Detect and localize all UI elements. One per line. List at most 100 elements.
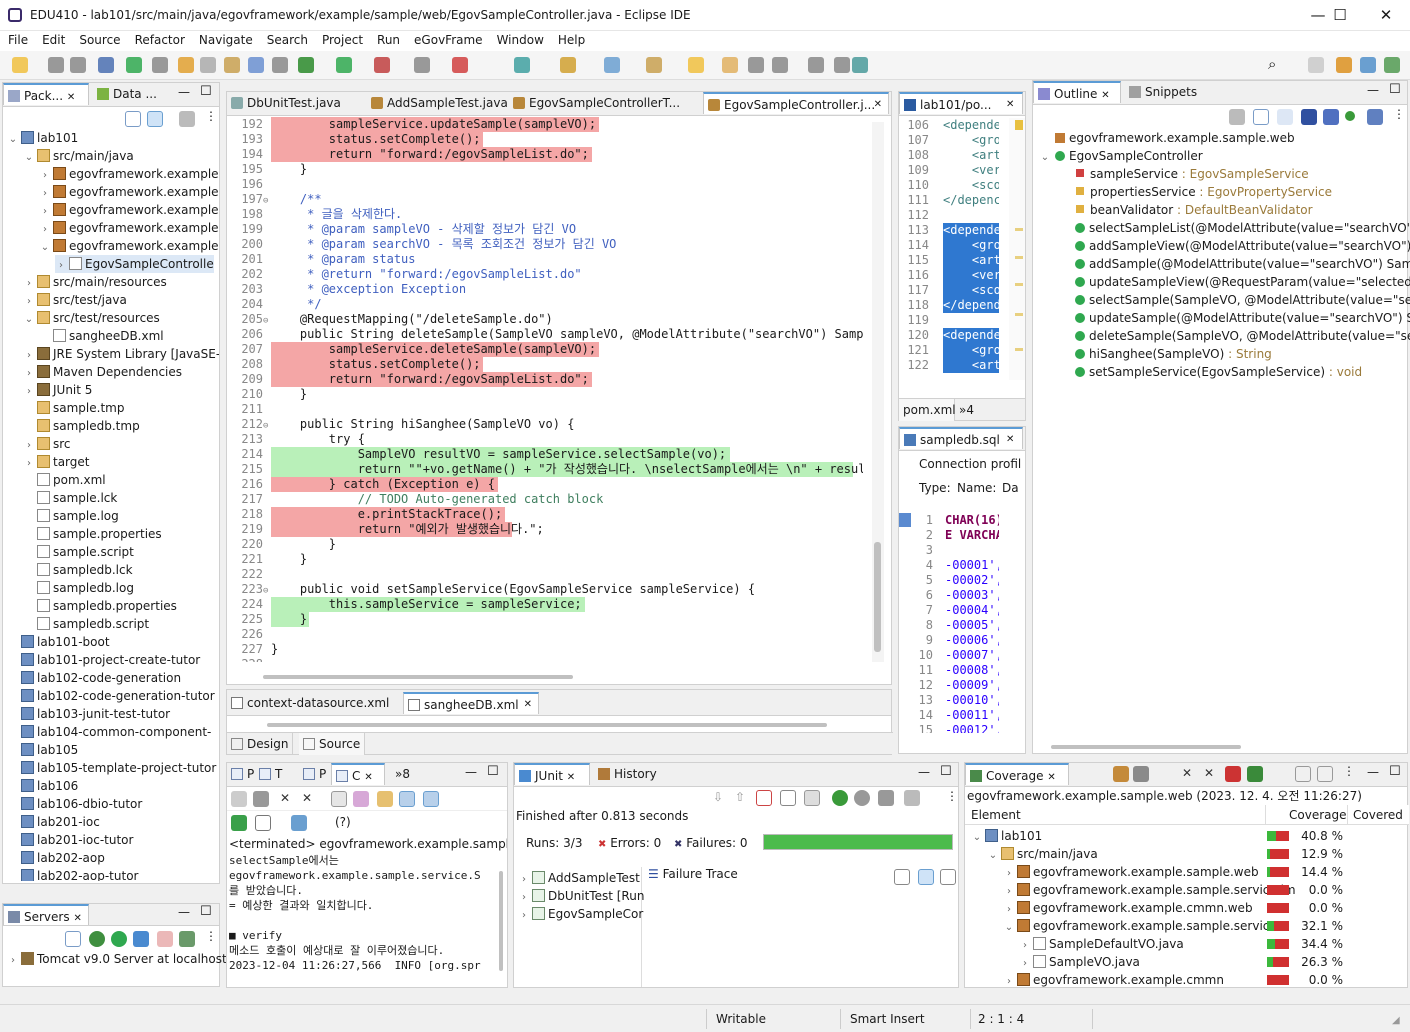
coverage-row[interactable]: ⌄ egovframework.example.sample.service 32.…	[965, 917, 1409, 935]
tab-egovsamplecontrollert[interactable]: EgovSampleControllerT...	[509, 92, 699, 114]
tab-sangheedb-xml[interactable]: sangheeDB.xml ✕	[403, 692, 539, 714]
view-menu-icon[interactable]: ⋮	[1343, 764, 1355, 778]
edit-icon[interactable]	[646, 57, 662, 73]
menu-search[interactable]: Search	[259, 31, 314, 47]
tree-item[interactable]: lab105	[7, 741, 78, 759]
outline-item[interactable]: egovframework.example.sample.web	[1039, 129, 1295, 147]
close-icon[interactable]: ✕	[1101, 90, 1109, 101]
tree-item[interactable]: sample.tmp	[23, 399, 124, 417]
remove-icon[interactable]: ✕	[277, 791, 293, 807]
open-console-icon[interactable]	[291, 815, 307, 831]
remove-session-icon[interactable]: ✕	[1179, 766, 1195, 782]
outline-item[interactable]: addSampleView(@ModelAttribute(value="sea…	[1059, 237, 1410, 255]
outline-item[interactable]: propertiesService : EgovPropertyService	[1059, 183, 1332, 201]
menu-edit[interactable]: Edit	[34, 31, 71, 47]
tree-item[interactable]: sample.script	[23, 543, 134, 561]
menu-project[interactable]: Project	[314, 31, 369, 47]
test-class-item[interactable]: › DbUnitTest [Run	[518, 887, 644, 905]
tab-sampledb-sql[interactable]: sampledb.sql ✕	[899, 427, 1023, 449]
horizontal-scrollbar[interactable]	[267, 723, 827, 727]
close-icon[interactable]: ✕	[364, 772, 372, 783]
fold-icon[interactable]: ⊖	[263, 314, 268, 329]
debug-server-icon[interactable]	[89, 931, 105, 947]
outline-item[interactable]: beanValidator : DefaultBeanValidator	[1059, 201, 1313, 219]
menu-refactor[interactable]: Refactor	[127, 31, 191, 47]
new-class-icon[interactable]	[560, 57, 576, 73]
tab-addsampletest-java[interactable]: AddSampleTest.java	[367, 92, 508, 114]
view-menu-icon[interactable]: ⋮	[946, 789, 958, 803]
show-stdout-icon[interactable]	[399, 791, 415, 807]
pin-console-icon[interactable]	[231, 815, 247, 831]
filter-trace-icon[interactable]	[918, 869, 934, 885]
tree-item[interactable]: lab105-template-project-tutor	[7, 759, 216, 777]
more-tabs[interactable]: »4	[959, 399, 974, 421]
tree-item[interactable]: sampledb.tmp	[23, 417, 140, 435]
column-covered[interactable]: Covered	[1353, 808, 1403, 822]
maximize-button[interactable]: ☐	[1320, 4, 1360, 26]
focus-icon[interactable]	[1229, 109, 1245, 125]
coverage-row[interactable]: › egovframework.example.sample.service.im…	[965, 881, 1409, 899]
tree-item[interactable]: sangheeDB.xml	[39, 327, 164, 345]
hide-static-icon[interactable]	[1323, 109, 1339, 125]
tab-data-source[interactable]: Data ...	[93, 83, 163, 105]
tree-item[interactable]: › EgovSampleControlle	[55, 255, 214, 273]
select-session-icon[interactable]	[1247, 766, 1263, 782]
hide-nonpublic-icon[interactable]	[1345, 111, 1355, 121]
close-icon[interactable]: ✕	[73, 913, 81, 924]
outline-item[interactable]: updateSampleView(@RequestParam(value="se…	[1059, 273, 1410, 291]
outline-item[interactable]: ⌄ EgovSampleController	[1039, 147, 1203, 165]
coverage-row[interactable]: › SampleDefaultVO.java 34.4 %	[965, 935, 1409, 953]
link-editor-icon[interactable]	[147, 111, 163, 127]
outline-item[interactable]: selectSample(SampleVO, @ModelAttribute(v…	[1059, 291, 1410, 309]
maximize-view-icon[interactable]: ☐	[200, 84, 212, 99]
filter-icon[interactable]	[179, 111, 195, 127]
tree-item[interactable]: lab101-project-create-tutor	[7, 651, 200, 669]
tree-item[interactable]: ⌄ src/test/resources	[23, 309, 160, 327]
tree-item[interactable]: sampledb.script	[23, 615, 149, 633]
next-annotation-icon[interactable]	[688, 57, 704, 73]
tab-outline[interactable]: Outline ✕	[1033, 81, 1121, 103]
tab-egovsamplecontroller-j[interactable]: EgovSampleController.j... ✕	[703, 92, 889, 114]
collapse-all-icon[interactable]	[1295, 766, 1311, 782]
debug-run-icon[interactable]	[374, 57, 390, 73]
copy-trace-icon[interactable]	[940, 869, 956, 885]
expanded-icon[interactable]: ⌄	[1039, 149, 1051, 167]
collapsed-icon[interactable]: ›	[1003, 973, 1015, 987]
menu-window[interactable]: Window	[489, 31, 550, 47]
tree-item[interactable]: ⌄ src/main/java	[23, 147, 134, 165]
external-tools-icon[interactable]	[298, 57, 314, 73]
menu-egovframe[interactable]: eGovFrame	[406, 31, 489, 47]
search-icon[interactable]: ⌕	[1268, 55, 1276, 73]
expanded-icon[interactable]: ⌄	[7, 131, 19, 149]
outline-item[interactable]: selectSampleList(@ModelAttribute(value="…	[1059, 219, 1410, 237]
tree-item[interactable]: lab102-code-generation	[7, 669, 181, 687]
maximize-view-icon[interactable]: ☐	[200, 904, 212, 919]
scroll-lock-icon[interactable]	[353, 791, 369, 807]
tree-item[interactable]: › target	[23, 453, 90, 471]
vertical-scrollbar[interactable]	[499, 871, 503, 971]
toggle-mark-icon[interactable]	[178, 57, 194, 73]
open-console-icon[interactable]	[98, 57, 114, 73]
collapse-icon[interactable]	[65, 931, 81, 947]
coverage-icon[interactable]	[452, 57, 468, 73]
clear-console-icon[interactable]	[331, 791, 347, 807]
tab-history[interactable]: History	[594, 763, 674, 785]
sql-code[interactable]: 1 CHAR(16) 2 E VARCHA 3 4 -00001', 5 -00002', 6 -0…	[899, 513, 999, 733]
java-perspective-icon[interactable]	[1360, 57, 1376, 73]
tree-item[interactable]: › egovframework.example	[39, 201, 219, 219]
tree-item[interactable]: lab101-boot	[7, 633, 110, 651]
fold-icon[interactable]: ⊖	[263, 419, 268, 434]
minimize-view-icon[interactable]: —	[918, 765, 930, 779]
expanded-icon[interactable]: ⌄	[23, 311, 35, 329]
view-menu-icon[interactable]: ⋮	[205, 109, 217, 123]
close-icon[interactable]: ✕	[1006, 429, 1014, 450]
open-type-icon[interactable]	[224, 57, 240, 73]
menu-file[interactable]: File	[0, 31, 34, 47]
close-icon[interactable]: ✕	[1006, 94, 1014, 115]
sort-icon[interactable]	[1277, 109, 1293, 125]
start-server-icon[interactable]	[111, 931, 127, 947]
vertical-scrollbar[interactable]	[872, 122, 884, 662]
remove-launch-icon[interactable]	[231, 791, 247, 807]
scroll-thumb[interactable]	[874, 542, 881, 652]
collapse-all-icon[interactable]	[1253, 109, 1269, 125]
